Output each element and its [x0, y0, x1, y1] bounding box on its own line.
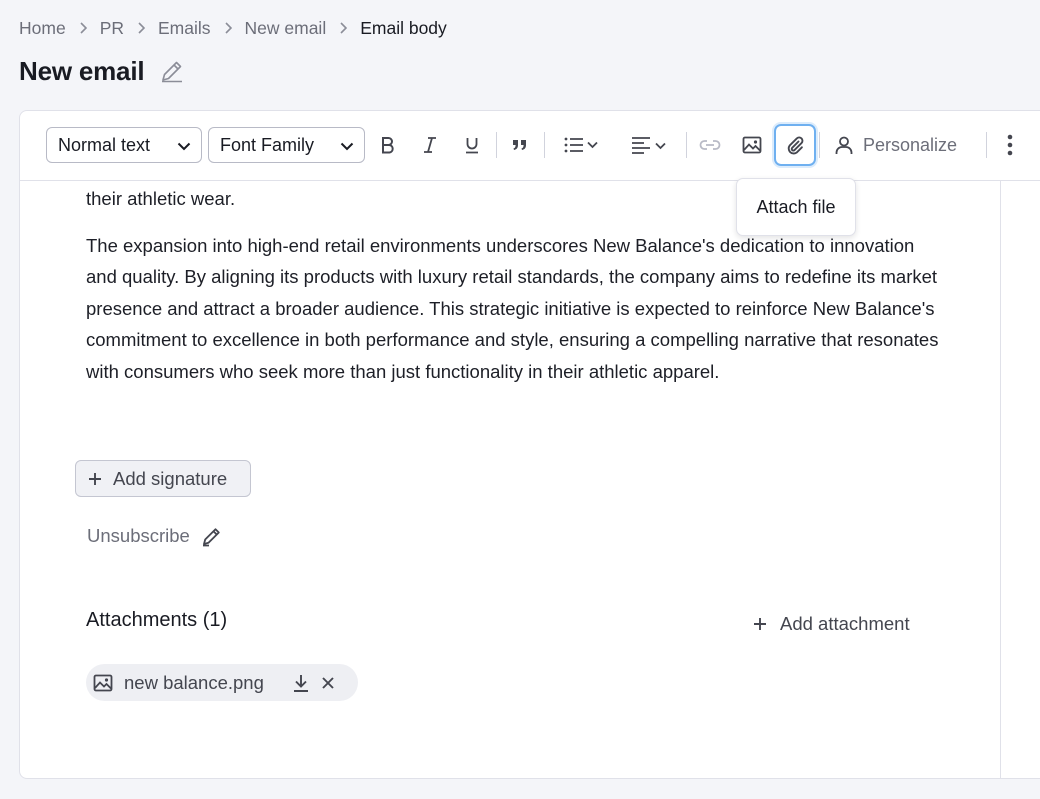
text-style-select[interactable]: Normal text [46, 127, 202, 163]
attach-file-button[interactable] [774, 124, 816, 166]
unsubscribe-link[interactable]: Unsubscribe [87, 523, 223, 549]
content-right-border [1000, 181, 1001, 778]
align-left-icon [632, 137, 666, 154]
chevron-right-icon [224, 22, 232, 34]
image-button[interactable] [734, 127, 770, 163]
link-icon [699, 140, 721, 150]
breadcrumb-pr[interactable]: PR [100, 18, 124, 39]
attachment-chip: new balance.png [86, 664, 358, 701]
pencil-icon[interactable] [201, 525, 223, 547]
underline-button[interactable] [454, 127, 490, 163]
email-editor: Normal text Font Family Personalize Atta… [19, 110, 1040, 779]
attach-file-tooltip: Attach file [736, 178, 856, 236]
page-title: New email [19, 55, 145, 86]
download-icon[interactable] [292, 673, 310, 693]
breadcrumb-current: Email body [360, 17, 447, 38]
toolbar-divider [819, 132, 820, 158]
chevron-right-icon [339, 22, 348, 34]
chevron-right-icon [137, 22, 145, 34]
add-attachment-label: Add attachment [780, 613, 910, 634]
paperclip-icon [787, 136, 804, 155]
page-title-row: New email [19, 55, 186, 87]
bold-icon [382, 137, 394, 154]
breadcrumb-emails[interactable]: Emails [158, 18, 211, 39]
align-menu-button[interactable] [626, 127, 672, 163]
more-options-button[interactable] [992, 127, 1028, 163]
bold-button[interactable] [370, 127, 406, 163]
chevron-down-icon [177, 135, 191, 156]
link-button[interactable] [692, 127, 728, 163]
font-family-value: Font Family [220, 134, 315, 155]
breadcrumb-new-email[interactable]: New email [245, 18, 327, 39]
editor-toolbar: Normal text Font Family Personalize [20, 111, 1040, 181]
toolbar-divider [496, 132, 497, 158]
chevron-right-icon [79, 22, 87, 34]
add-signature-button[interactable]: Add signature [75, 460, 251, 497]
personalize-button[interactable]: Personalize [834, 127, 957, 163]
attachments-title: Attachments (1) [86, 609, 228, 631]
attachment-file-name: new balance.png [124, 671, 264, 693]
italic-button[interactable] [412, 127, 448, 163]
image-icon [93, 674, 113, 691]
add-attachment-button[interactable]: Add attachment [753, 611, 910, 637]
pencil-icon[interactable] [158, 57, 186, 85]
font-family-select[interactable]: Font Family [208, 127, 365, 163]
text-style-value: Normal text [58, 134, 151, 155]
image-icon [742, 136, 762, 154]
toolbar-divider [544, 132, 545, 158]
user-icon [835, 136, 853, 154]
underline-icon [466, 138, 478, 154]
list-icon [564, 137, 598, 153]
breadcrumb: Home PR Emails New email Email body [19, 17, 447, 39]
unsubscribe-label: Unsubscribe [87, 525, 190, 546]
add-signature-label: Add signature [113, 467, 228, 489]
quote-button[interactable] [502, 127, 538, 163]
list-menu-button[interactable] [558, 127, 604, 163]
toolbar-divider [686, 132, 687, 158]
plus-icon [89, 472, 101, 485]
email-body-paragraph[interactable]: The expansion into high-end retail envir… [86, 230, 946, 387]
chevron-down-icon [340, 135, 354, 156]
more-vertical-icon [1007, 134, 1013, 156]
quote-icon [513, 140, 526, 150]
toolbar-divider [986, 132, 987, 158]
italic-icon [424, 137, 436, 153]
plus-icon [754, 618, 766, 630]
personalize-label: Personalize [863, 134, 958, 155]
close-icon[interactable] [321, 676, 335, 690]
breadcrumb-home[interactable]: Home [19, 18, 66, 39]
